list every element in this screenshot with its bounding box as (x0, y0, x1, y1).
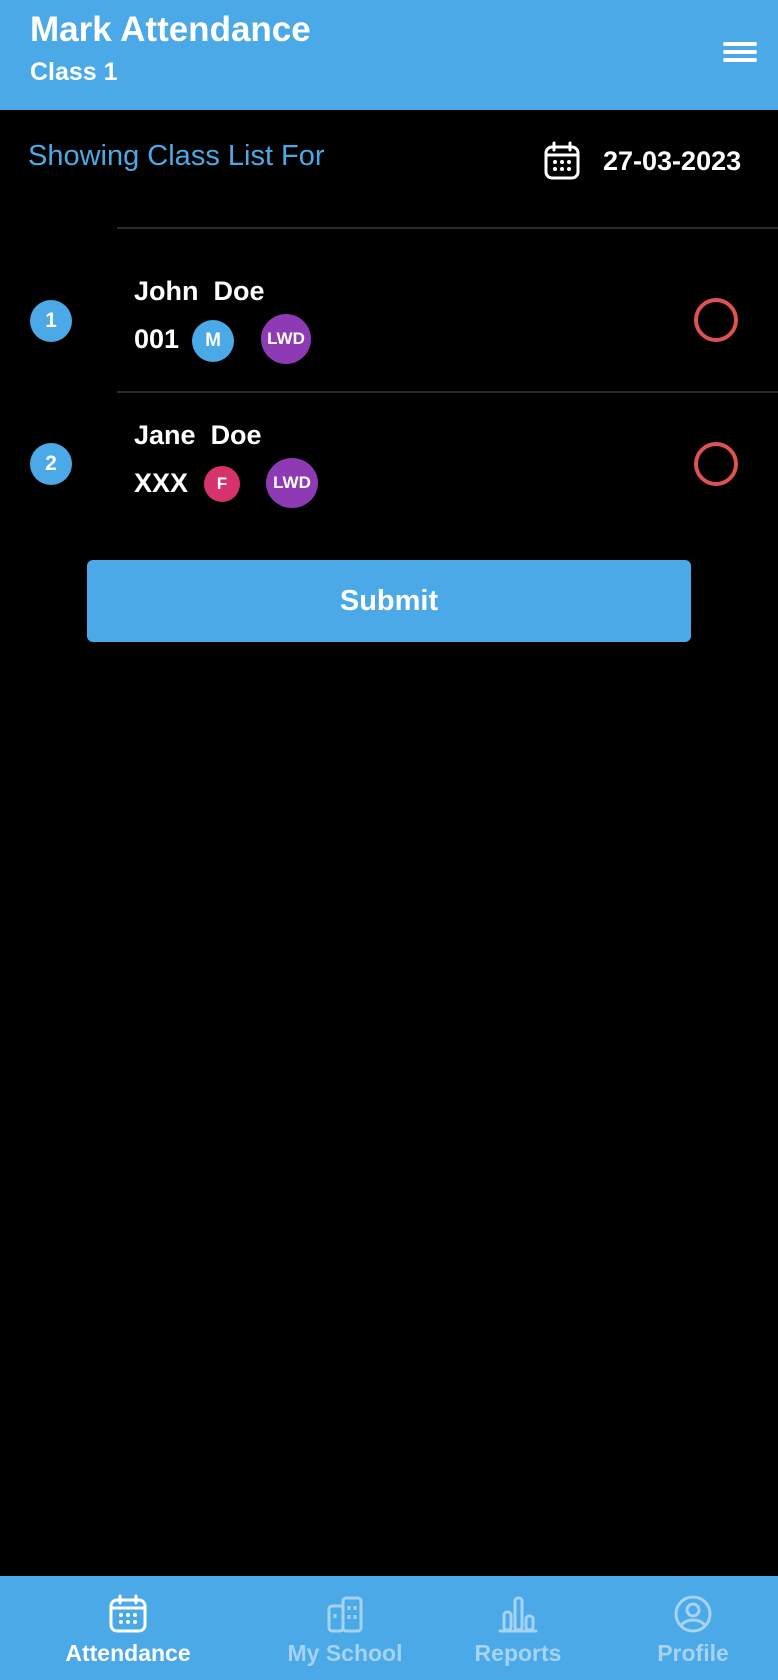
submit-button[interactable]: Submit (87, 560, 691, 642)
student-id: 001 (134, 324, 180, 354)
tab-my-school[interactable]: My School (270, 1576, 420, 1680)
tab-label: Reports (474, 1640, 562, 1666)
attendance-radio[interactable] (694, 298, 738, 342)
page-title: Mark Attendance (30, 10, 311, 49)
tab-label: Profile (657, 1640, 729, 1666)
row-number: 1 (30, 300, 72, 342)
calendar-icon (544, 141, 580, 180)
bar-chart-icon (498, 1596, 538, 1633)
first-name: Jane (134, 420, 196, 450)
class-list-label: Showing Class List For (28, 140, 325, 172)
attendance-radio[interactable] (694, 442, 738, 486)
tab-profile[interactable]: Profile (638, 1576, 748, 1680)
lwd-badge: LWD (266, 458, 318, 508)
list-divider (117, 391, 778, 393)
calendar-icon (109, 1594, 147, 1633)
tab-reports[interactable]: Reports (458, 1576, 578, 1680)
last-name: Doe (210, 420, 262, 450)
first-name: John (134, 276, 199, 306)
gender-badge: F (204, 466, 240, 502)
date-picker[interactable]: 27-03-2023 (543, 140, 741, 182)
lwd-badge: LWD (261, 314, 311, 364)
student-row: 2 Jane Doe XXX F LWD (0, 394, 778, 534)
hamburger-menu-icon[interactable] (720, 38, 760, 70)
student-id: XXX (134, 468, 189, 498)
student-name: Jane Doe (134, 420, 262, 451)
app-header: Mark Attendance Class 1 (0, 0, 778, 110)
student-row: 1 John Doe 001 M LWD (0, 250, 778, 390)
last-name: Doe (213, 276, 265, 306)
gender-badge: M (192, 320, 234, 362)
list-divider (117, 227, 778, 229)
tab-label: My School (287, 1640, 403, 1666)
bottom-tab-bar: Attendance My School Reports Profile (0, 1576, 778, 1680)
class-subtitle: Class 1 (30, 58, 118, 86)
student-name: John Doe (134, 276, 265, 307)
row-number: 2 (30, 443, 72, 485)
user-circle-icon (674, 1595, 712, 1633)
tab-attendance[interactable]: Attendance (48, 1576, 208, 1680)
selected-date: 27-03-2023 (603, 145, 742, 176)
school-building-icon (327, 1596, 363, 1633)
tab-label: Attendance (65, 1640, 191, 1666)
